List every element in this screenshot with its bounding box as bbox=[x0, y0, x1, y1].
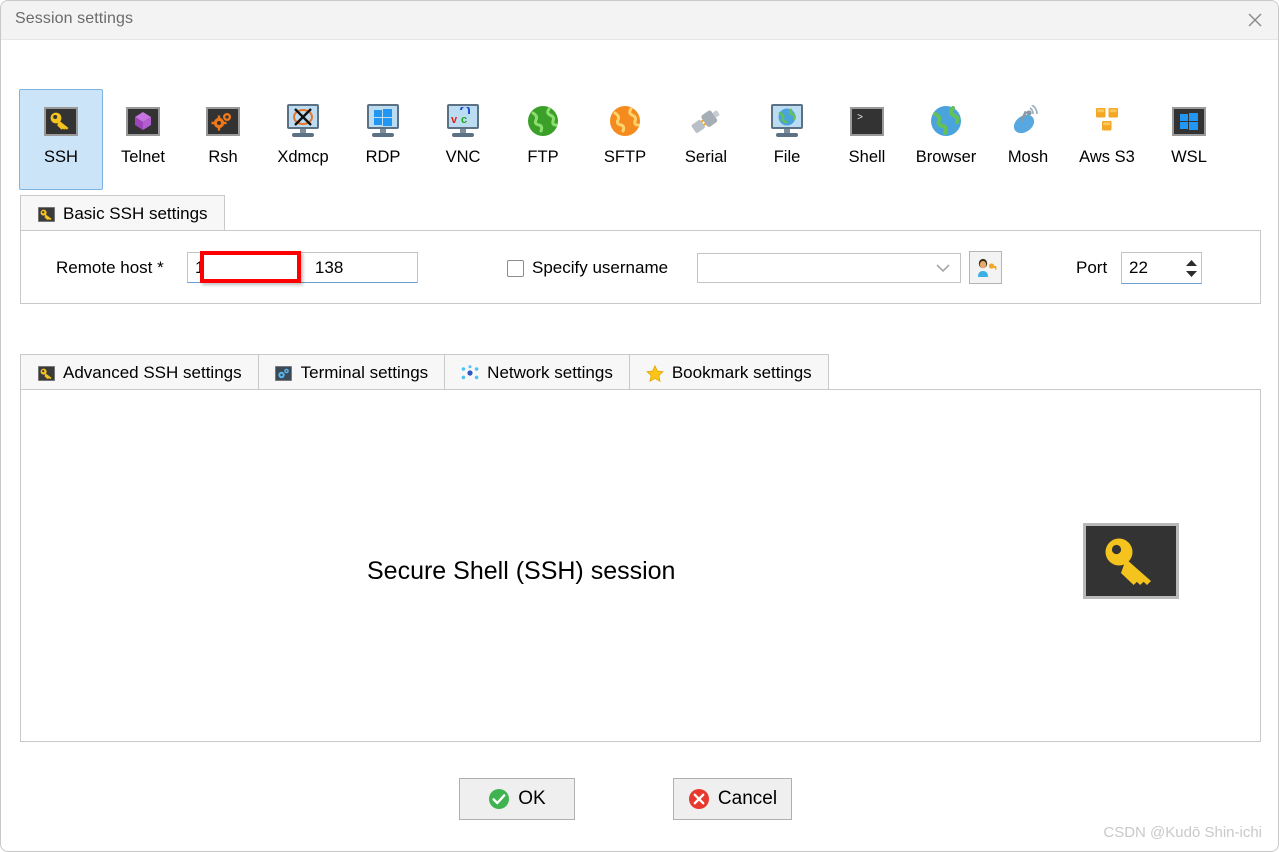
protocol-label: Telnet bbox=[120, 148, 166, 166]
protocol-label: WSL bbox=[1171, 148, 1207, 166]
protocol-tile-browser[interactable]: Browser bbox=[904, 89, 988, 190]
star-icon bbox=[645, 364, 664, 382]
blue-globe-icon bbox=[926, 101, 966, 141]
key-icon bbox=[1083, 523, 1179, 599]
vnc-monitor-icon: v c bbox=[443, 101, 483, 141]
key-icon bbox=[41, 101, 81, 141]
basic-settings-tabstrip: Basic SSH settings bbox=[20, 194, 225, 232]
close-icon bbox=[1248, 13, 1261, 27]
window-title: Session settings bbox=[15, 10, 134, 27]
chevron-down-icon bbox=[936, 263, 950, 272]
protocol-label: Shell bbox=[848, 148, 886, 166]
settings-tabstrip: Advanced SSH settings Terminal settings bbox=[20, 353, 829, 391]
protocol-tile-ftp[interactable]: FTP bbox=[501, 89, 585, 190]
purple-cube-icon bbox=[123, 101, 163, 141]
tab-label: Network settings bbox=[487, 363, 613, 382]
port-value: 22 bbox=[1129, 258, 1148, 277]
terminal-prompt-icon: > bbox=[847, 101, 887, 141]
protocol-tile-file[interactable]: File bbox=[745, 89, 829, 190]
protocol-tile-sftp[interactable]: SFTP bbox=[583, 89, 667, 190]
user-key-icon bbox=[977, 258, 996, 277]
protocol-label: SSH bbox=[44, 148, 78, 166]
session-settings-dialog: Session settings SSH Telnet Rsh Xdmcp RD… bbox=[0, 0, 1279, 852]
tab-label: Terminal settings bbox=[300, 363, 429, 382]
cancel-button[interactable]: Cancel bbox=[673, 778, 792, 820]
aws-cubes-icon bbox=[1087, 101, 1127, 141]
port-label: Port bbox=[1076, 258, 1108, 277]
plug-icon bbox=[686, 101, 726, 141]
port-input[interactable]: 22 bbox=[1121, 252, 1202, 284]
windows-logo-icon bbox=[1169, 101, 1209, 141]
session-title: Secure Shell (SSH) session bbox=[367, 557, 676, 585]
protocol-tile-mosh[interactable]: Mosh bbox=[986, 89, 1070, 190]
key-icon bbox=[37, 365, 55, 381]
protocol-label: FTP bbox=[527, 148, 559, 166]
ok-button[interactable]: OK bbox=[459, 778, 575, 820]
protocol-label: SFTP bbox=[603, 148, 647, 166]
remote-host-label: Remote host * bbox=[56, 258, 164, 277]
globe-monitor-icon bbox=[767, 101, 807, 141]
tab-label: Basic SSH settings bbox=[63, 204, 208, 223]
orange-gears-icon bbox=[203, 101, 243, 141]
watermark: CSDN @Kudō Shin-ichi bbox=[1103, 824, 1262, 841]
network-icon bbox=[461, 365, 479, 381]
caret-up-icon[interactable] bbox=[1185, 259, 1197, 266]
protocol-label: VNC bbox=[445, 148, 481, 166]
cancel-label: Cancel bbox=[717, 788, 778, 809]
protocol-tile-rdp[interactable]: RDP bbox=[341, 89, 425, 190]
tab-network-settings[interactable]: Network settings bbox=[444, 354, 630, 391]
protocol-label: Browser bbox=[915, 148, 977, 166]
protocol-tile-rsh[interactable]: Rsh bbox=[181, 89, 265, 190]
protocol-toolbar: SSH Telnet Rsh Xdmcp RDP v c VNC FTP SFT… bbox=[1, 41, 1278, 190]
windows-monitor-icon bbox=[363, 101, 403, 141]
svg-text:c: c bbox=[461, 114, 467, 126]
protocol-tile-xdmcp[interactable]: Xdmcp bbox=[261, 89, 345, 190]
username-combo[interactable] bbox=[697, 253, 961, 283]
green-globe-icon bbox=[523, 101, 563, 141]
tab-advanced-ssh-settings[interactable]: Advanced SSH settings bbox=[20, 354, 259, 391]
port-spinner[interactable] bbox=[1181, 253, 1201, 283]
user-key-button[interactable] bbox=[969, 251, 1002, 284]
protocol-label: Rsh bbox=[208, 148, 238, 166]
tab-bookmark-settings[interactable]: Bookmark settings bbox=[628, 354, 829, 391]
protocol-tile-ssh[interactable]: SSH bbox=[19, 89, 103, 190]
protocol-tile-shell[interactable]: > Shell bbox=[825, 89, 909, 190]
gears-icon bbox=[275, 365, 293, 381]
orange-globe-icon bbox=[605, 101, 645, 141]
session-description-pane: Secure Shell (SSH) session bbox=[20, 389, 1261, 742]
protocol-label: Serial bbox=[684, 148, 728, 166]
title-bar: Session settings bbox=[1, 1, 1278, 40]
satellite-dish-icon bbox=[1008, 101, 1048, 141]
tab-terminal-settings[interactable]: Terminal settings bbox=[257, 354, 446, 391]
protocol-tile-serial[interactable]: Serial bbox=[664, 89, 748, 190]
x-monitor-icon bbox=[283, 101, 323, 141]
svg-text:v: v bbox=[451, 114, 458, 126]
svg-text:>: > bbox=[857, 113, 863, 124]
close-button[interactable] bbox=[1231, 1, 1278, 39]
tab-basic-ssh-settings[interactable]: Basic SSH settings bbox=[20, 195, 225, 232]
green-check-icon bbox=[489, 789, 510, 809]
ok-label: OK bbox=[518, 788, 546, 809]
key-icon bbox=[37, 206, 55, 222]
specify-username-label: Specify username bbox=[532, 258, 669, 277]
protocol-tile-aws-s3[interactable]: Aws S3 bbox=[1065, 89, 1149, 190]
protocol-tile-telnet[interactable]: Telnet bbox=[101, 89, 185, 190]
protocol-label: File bbox=[773, 148, 801, 166]
caret-down-icon[interactable] bbox=[1185, 270, 1197, 277]
tab-label: Advanced SSH settings bbox=[63, 363, 242, 382]
redaction-box bbox=[200, 251, 301, 283]
tab-label: Bookmark settings bbox=[671, 363, 812, 382]
red-cross-icon bbox=[688, 789, 709, 809]
protocol-label: Xdmcp bbox=[277, 148, 329, 166]
protocol-tile-wsl[interactable]: WSL bbox=[1147, 89, 1231, 190]
protocol-label: Mosh bbox=[1007, 148, 1049, 166]
protocol-label: Aws S3 bbox=[1079, 148, 1135, 166]
protocol-tile-vnc[interactable]: v c VNC bbox=[421, 89, 505, 190]
remote-host-value-suffix: 138 bbox=[314, 257, 344, 277]
specify-username-checkbox[interactable] bbox=[507, 260, 524, 277]
protocol-label: RDP bbox=[365, 148, 401, 166]
